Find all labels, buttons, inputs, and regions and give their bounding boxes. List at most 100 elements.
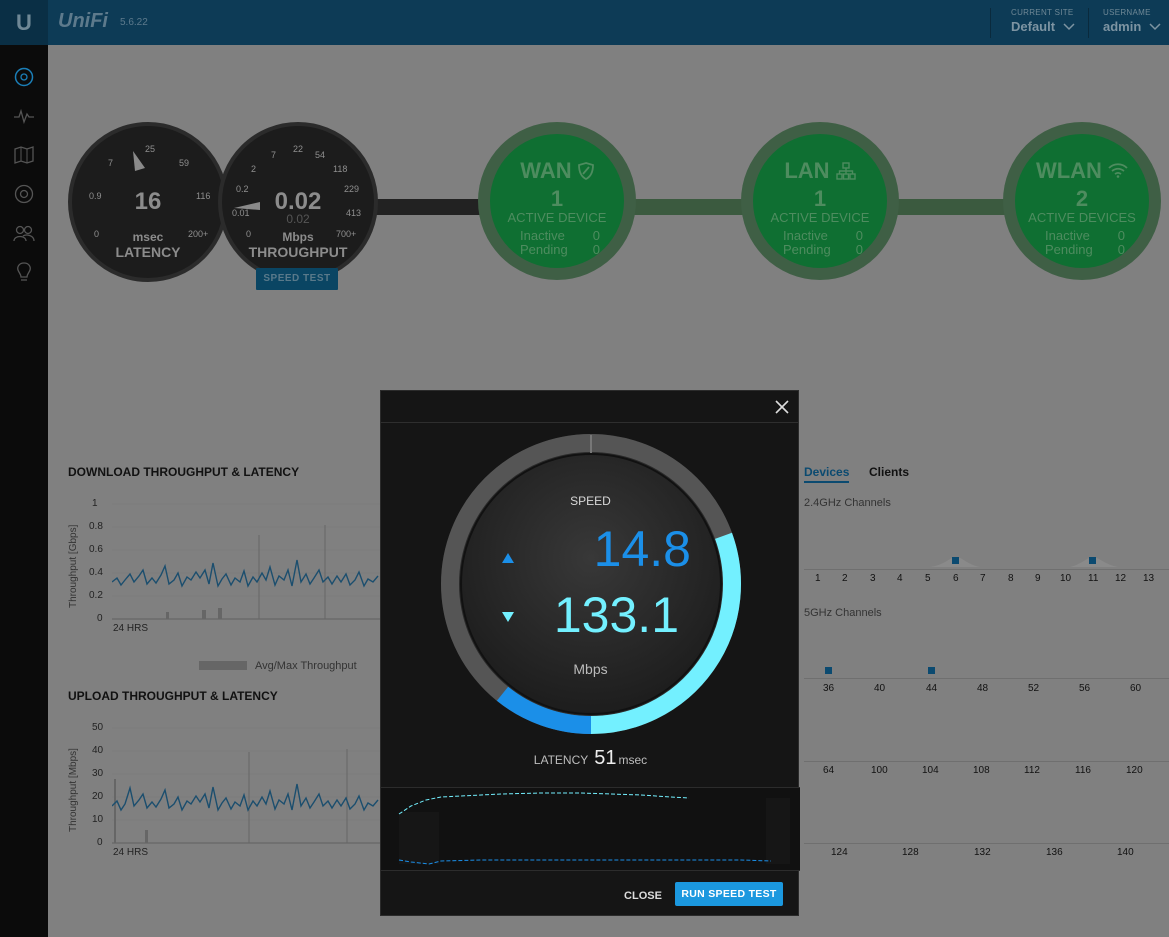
statistics-icon[interactable]: [11, 103, 37, 129]
channel-label: 52: [1028, 683, 1040, 694]
download-arrow-icon: [502, 612, 514, 622]
current-site-selector[interactable]: CURRENT SITE Default: [1011, 8, 1075, 34]
insights-icon[interactable]: [11, 259, 37, 285]
channel-usage-marks: [930, 557, 1118, 567]
channel-label: 9: [1035, 573, 1041, 584]
channel-label: 112: [1024, 765, 1040, 776]
close-button[interactable]: CLOSE: [615, 885, 671, 907]
chevron-down-icon: [1063, 23, 1075, 31]
channel-label: 8: [1008, 573, 1014, 584]
tab-clients[interactable]: Clients: [869, 465, 909, 479]
wan-count: 1: [550, 186, 564, 211]
channel-label: 7: [980, 573, 986, 584]
dashboard-icon[interactable]: [11, 64, 37, 90]
speed-test-button[interactable]: SPEED TEST: [256, 268, 338, 290]
divider: [804, 843, 1169, 844]
speed-dial: [441, 434, 741, 734]
inactive-label: Inactive: [1045, 228, 1090, 243]
y-tick: 0: [97, 613, 103, 624]
username-selector[interactable]: USERNAME admin: [1103, 8, 1161, 34]
y-tick: 50: [92, 722, 104, 733]
download-throughput-plot: [112, 503, 380, 620]
wlan-status[interactable]: WLAN 2 ACTIVE DEVICES Inactive 0 Pending 0: [1003, 122, 1161, 280]
lan-count: 1: [813, 186, 827, 211]
x-axis-label: 24 HRS: [113, 847, 149, 858]
wlan-active-label: ACTIVE DEVICES: [1028, 210, 1136, 225]
gauge-tick: 54: [315, 150, 326, 160]
gauge-tick: 118: [333, 164, 348, 174]
clients-icon[interactable]: [11, 220, 37, 246]
upload-chart-title: UPLOAD THROUGHPUT & LATENCY: [68, 689, 278, 703]
x-axis-label: 24 HRS: [113, 623, 149, 634]
channel-label: 116: [1075, 765, 1091, 776]
channel-label: 40: [874, 683, 886, 694]
version-label: 5.6.22: [120, 17, 148, 28]
lan-status[interactable]: LAN 1 ACTIVE DEVICE Inactive 0 Pending 0: [741, 122, 899, 280]
channel-label: 10: [1060, 573, 1072, 584]
channel-label: 56: [1079, 683, 1091, 694]
run-speed-test-button[interactable]: RUN SPEED TEST: [675, 882, 783, 906]
y-tick: 40: [92, 745, 104, 756]
divider: [804, 569, 1169, 570]
legend-label: Avg/Max Throughput: [255, 660, 357, 672]
wan-status[interactable]: WAN 1 ACTIVE DEVICE Inactive 0 Pending 0: [478, 122, 636, 280]
pending-count: 0: [855, 242, 863, 257]
tab-devices[interactable]: Devices: [804, 465, 850, 483]
wlan-count: 2: [1075, 186, 1089, 211]
upload-y-axis-title: Throughput [Mbps]: [68, 748, 79, 832]
channel-label: 108: [973, 765, 990, 776]
brand-name: UniFi: [58, 10, 108, 32]
channel-label: 4: [897, 573, 903, 584]
gauge-tick: 2: [251, 164, 257, 174]
throughput-unit: Mbps: [282, 230, 314, 244]
current-site-value: Default: [1011, 19, 1056, 34]
y-tick: 0.2: [89, 590, 103, 601]
latency-unit: msec: [618, 753, 648, 767]
pending-label: Pending: [783, 242, 831, 257]
channel-label: 128: [902, 847, 919, 858]
gauge-tick: 22: [293, 144, 304, 154]
divider: [804, 678, 1169, 679]
channel-label: 6: [953, 573, 959, 584]
upload-speed-value: 14.8: [593, 521, 691, 577]
channel-label: 100: [871, 765, 888, 776]
inactive-count: 0: [855, 228, 863, 243]
channel-label: 44: [926, 683, 938, 694]
channel-label: 140: [1117, 847, 1134, 858]
inactive-label: Inactive: [520, 228, 565, 243]
current-site-label: CURRENT SITE: [1011, 8, 1074, 17]
latency-gauge: 0 0.9 7 25 59 116 200+ 16 msec LATENCY: [68, 122, 228, 282]
channel-label: 3: [870, 573, 876, 584]
divider: [1088, 8, 1089, 38]
channel-label: 60: [1130, 683, 1142, 694]
channel-label: 36: [823, 683, 835, 694]
throughput-sub-value: 0.02: [286, 212, 310, 226]
speed-test-modal: SPEED 14.8 133.1 Mbps LATENCY 51 msec CLOS…: [380, 390, 800, 917]
latency-title: LATENCY: [115, 244, 181, 260]
latency-unit: msec: [132, 230, 164, 244]
y-tick: 30: [92, 768, 104, 779]
channel-label: 11: [1088, 573, 1099, 584]
channel-label: 132: [974, 847, 991, 858]
close-icon[interactable]: [772, 397, 792, 417]
channel-label: 136: [1046, 847, 1063, 858]
y-tick: 1: [92, 498, 98, 509]
y-tick: 0.6: [89, 544, 103, 555]
lan-title: LAN: [784, 158, 830, 183]
connector: [895, 199, 1015, 215]
modal-footer: CLOSE RUN SPEED TEST: [381, 871, 800, 917]
channel-label: 48: [977, 683, 989, 694]
pending-label: Pending: [520, 242, 568, 257]
channel-usage-mark: [928, 667, 935, 674]
speed-history-graph: [381, 787, 800, 871]
legend-swatch: [199, 661, 247, 670]
y-tick: 0.4: [89, 567, 103, 578]
shield-icon: [577, 162, 594, 181]
devices-icon[interactable]: [11, 181, 37, 207]
ubiquiti-logo[interactable]: U: [0, 0, 48, 45]
latency-readout: LATENCY 51 msec: [381, 747, 800, 770]
throughput-gauge: 0 0.01 0.2 2 7 22 54 118 229 413 700+ 0.…: [218, 122, 378, 282]
map-icon[interactable]: [11, 142, 37, 168]
latency-value: 51: [594, 747, 617, 769]
inactive-count: 0: [1117, 228, 1125, 243]
